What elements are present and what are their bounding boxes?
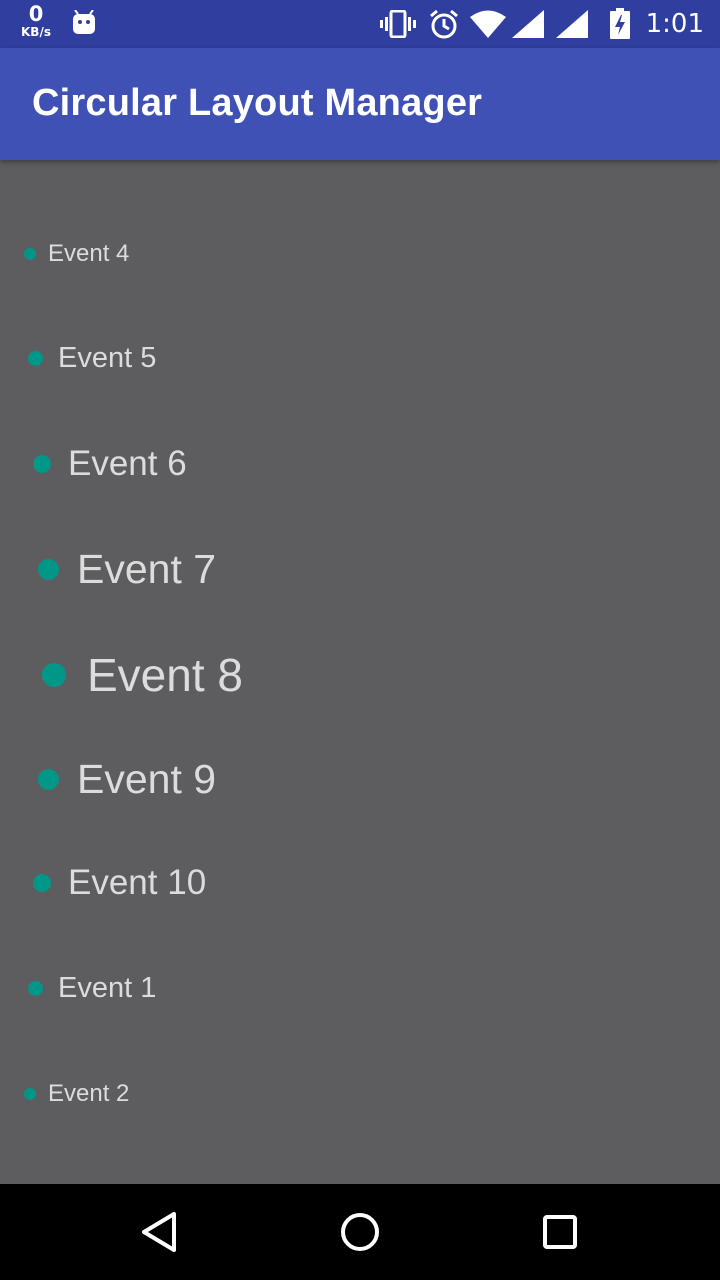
event-dot-icon: [24, 1088, 36, 1100]
recents-icon[interactable]: [536, 1208, 584, 1256]
vibrate-icon: [380, 10, 416, 38]
event-label: Event 7: [77, 545, 217, 592]
event-dot-icon: [42, 663, 66, 687]
event-label: Event 9: [77, 755, 217, 802]
network-speed-unit: KB/s: [21, 25, 51, 39]
navigation-bar: [0, 1184, 720, 1280]
network-speed-value: 0: [28, 2, 44, 26]
event-label: Event 6: [68, 444, 187, 483]
clock: 1:01: [645, 9, 704, 39]
app-title: Circular Layout Manager: [32, 82, 483, 124]
network-speed: 0 KB/s: [16, 2, 56, 39]
signal-icon: [512, 10, 544, 38]
signal-icon: [556, 10, 588, 38]
app-bar: Circular Layout Manager: [0, 48, 720, 160]
wifi-icon: [470, 10, 506, 38]
event-label: Event 4: [48, 240, 130, 267]
list-item[interactable]: Event 6: [33, 441, 187, 487]
event-dot-icon: [33, 874, 51, 892]
list-item[interactable]: Event 8: [42, 645, 243, 705]
event-dot-icon: [33, 455, 51, 473]
list-item[interactable]: Event 2: [24, 1076, 129, 1112]
back-icon[interactable]: [136, 1208, 184, 1256]
event-label: Event 10: [68, 863, 207, 902]
event-dot-icon: [28, 350, 43, 366]
android-icon: [73, 10, 95, 34]
event-dot-icon: [38, 558, 59, 580]
list-item[interactable]: Event 9: [38, 752, 216, 806]
status-bar: 0 KB/s 1:01: [0, 0, 720, 48]
event-label: Event 1: [58, 971, 157, 1004]
battery-charging-icon: [610, 8, 630, 39]
list-item[interactable]: Event 10: [33, 860, 206, 906]
event-label: Event 2: [48, 1080, 130, 1107]
event-dot-icon: [38, 768, 59, 790]
list-item[interactable]: Event 5: [28, 338, 156, 378]
home-icon[interactable]: [336, 1208, 384, 1256]
event-dot-icon: [28, 980, 43, 996]
alarm-icon: [430, 9, 458, 39]
event-label: Event 5: [58, 341, 157, 374]
list-item[interactable]: Event 4: [24, 236, 129, 272]
list-item[interactable]: Event 1: [28, 968, 156, 1008]
list-item[interactable]: Event 7: [38, 542, 216, 596]
event-label: Event 8: [87, 649, 243, 701]
event-dot-icon: [24, 248, 36, 260]
